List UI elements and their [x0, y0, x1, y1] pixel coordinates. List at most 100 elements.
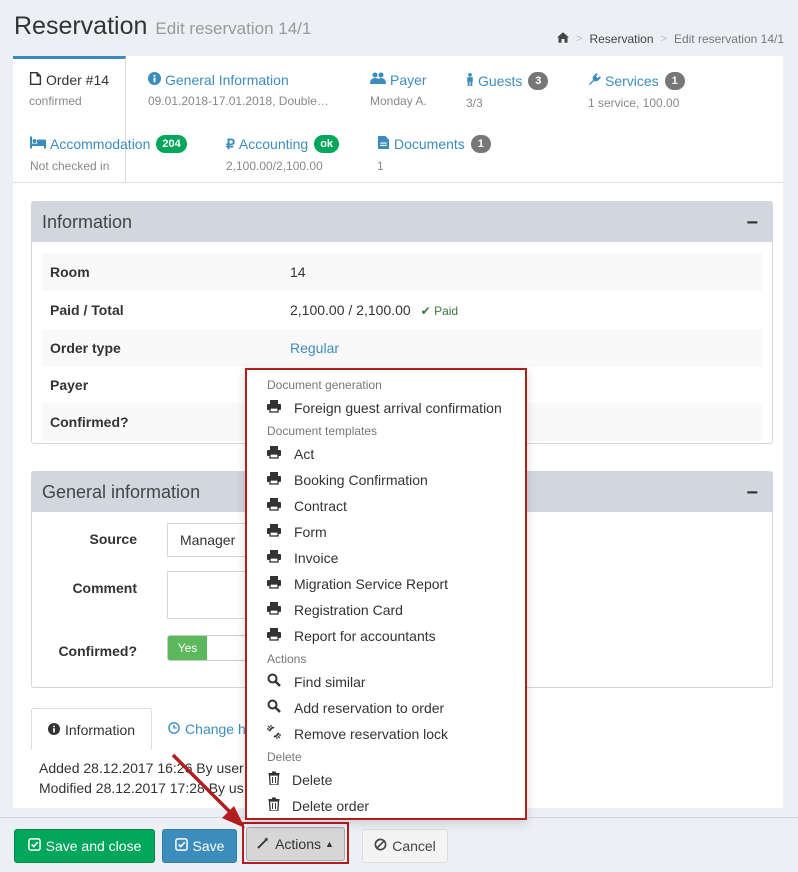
printer-icon: [267, 601, 294, 618]
toggle-on: Yes: [168, 636, 207, 660]
room-value: 14: [290, 264, 306, 280]
tab-payer-title: Payer: [390, 72, 427, 88]
menu-item-invoice[interactable]: Invoice: [267, 549, 338, 566]
search-icon: [267, 673, 294, 690]
comment-textarea[interactable]: [167, 571, 257, 619]
printer-icon: [267, 445, 294, 462]
general-information-box-title: General information: [42, 481, 201, 502]
menu-item-remove-lock[interactable]: Remove reservation lock: [267, 725, 448, 742]
tab-order-sub: confirmed: [29, 94, 82, 108]
tab-information-log[interactable]: Information: [31, 708, 153, 750]
paid-status: ✔ Paid: [421, 304, 458, 318]
collapse-general-information-button[interactable]: −: [746, 482, 758, 505]
accommodation-badge: 204: [156, 135, 187, 153]
history-tabs: Information Change h: [31, 708, 262, 750]
info-icon: [148, 72, 165, 88]
tab-guests[interactable]: Guests 3 3/3: [466, 72, 549, 110]
page-subtitle: Edit reservation 14/1: [155, 19, 312, 38]
source-select-value: Manager: [180, 532, 236, 548]
source-select[interactable]: Manager: [167, 523, 257, 557]
tab-accounting[interactable]: ₽ Accounting ok 2,100.00/2,100.00: [226, 135, 340, 173]
menu-item-find-similar[interactable]: Find similar: [267, 673, 366, 690]
menu-item-label: Find similar: [294, 673, 366, 690]
paid-status-text: Paid: [434, 304, 459, 318]
confirmed-toggle[interactable]: Yes: [167, 635, 247, 661]
save-label: Save: [192, 838, 225, 854]
menu-item-foreign-guest-arrival[interactable]: Foreign guest arrival confirmation: [267, 399, 502, 416]
printer-icon: [267, 627, 294, 644]
breadcrumb-item-reservation[interactable]: Reservation: [589, 32, 653, 46]
accounting-status-badge: ok: [314, 135, 340, 153]
info-row-paid-total: Paid / Total 2,100.00 / 2,100.00 ✔ Paid: [42, 291, 762, 329]
breadcrumb-item-current: Edit reservation 14/1: [673, 32, 784, 46]
info-row-room: Room 14: [42, 253, 762, 291]
tab-accommodation-sub: Not checked in: [30, 159, 110, 173]
tab-general-information-title: General Information: [165, 72, 289, 88]
save-button[interactable]: Save: [162, 829, 237, 863]
menu-item-label: Report for accountants: [294, 627, 436, 644]
confirmed-label: Confirmed?: [50, 414, 129, 430]
menu-item-label: Act: [294, 445, 315, 462]
menu-item-form[interactable]: Form: [267, 523, 327, 540]
menu-item-label: Invoice: [294, 549, 339, 566]
menu-item-delete[interactable]: Delete: [267, 771, 332, 788]
person-icon: [466, 73, 478, 89]
tab-guests-title: Guests: [478, 73, 523, 89]
save-and-close-button[interactable]: Save and close: [14, 829, 155, 863]
guests-count-badge: 3: [528, 72, 549, 90]
paid-total-value-wrap: 2,100.00 / 2,100.00 ✔ Paid: [290, 302, 458, 318]
information-box-header: Information −: [32, 202, 772, 242]
tab-general-information[interactable]: General Information 09.01.2018-17.01.201…: [148, 72, 329, 108]
menu-item-label: Delete: [292, 771, 333, 788]
info-circle-icon: [48, 722, 60, 738]
tab-services-title: Services: [605, 73, 659, 89]
breadcrumb: > Reservation > Edit reservation 14/1: [557, 32, 784, 46]
log-modified: Modified 28.12.2017 17:28 By us: [39, 780, 244, 796]
menu-item-registration-card[interactable]: Registration Card: [267, 601, 403, 618]
page-title: Reservation Edit reservation 14/1: [14, 12, 311, 41]
menu-item-label: Registration Card: [294, 601, 403, 618]
tab-guests-sub: 3/3: [466, 96, 483, 110]
tab-documents[interactable]: Documents 1 1: [377, 135, 491, 173]
menu-item-label: Add reservation to order: [294, 699, 445, 716]
menu-item-add-to-order[interactable]: Add reservation to order: [267, 699, 444, 716]
information-box-title: Information: [42, 211, 133, 232]
menu-item-booking-confirmation[interactable]: Booking Confirmation: [267, 471, 428, 488]
order-type-label: Order type: [50, 340, 121, 356]
tab-services[interactable]: Services 1 1 service, 100.00: [588, 72, 685, 110]
tab-payer[interactable]: Payer Monday A.: [370, 72, 427, 108]
breadcrumb-separator: >: [576, 33, 583, 45]
file-icon: [29, 72, 46, 88]
check-icon: ✔: [420, 304, 431, 318]
payer-label: Payer: [50, 377, 89, 393]
tab-documents-title: Documents: [394, 136, 465, 152]
cancel-button[interactable]: Cancel: [362, 829, 448, 863]
order-type-link[interactable]: Regular: [290, 340, 339, 356]
menu-item-act[interactable]: Act: [267, 445, 314, 462]
document-icon: [377, 136, 394, 152]
confirmed-toggle-label: Confirmed?: [58, 643, 137, 659]
dropdown-header-document-generation: Document generation: [267, 378, 382, 392]
plug-icon: [588, 73, 605, 89]
menu-item-migration-service-report[interactable]: Migration Service Report: [267, 575, 448, 592]
printer-icon: [267, 523, 294, 540]
home-icon[interactable]: [557, 32, 570, 46]
actions-highlight-frame: [242, 822, 349, 864]
tab-accommodation[interactable]: Accommodation 204 Not checked in: [30, 135, 187, 173]
menu-item-contract[interactable]: Contract: [267, 497, 347, 514]
collapse-information-button[interactable]: −: [746, 212, 758, 235]
tab-change-history-label: Change h: [185, 721, 246, 737]
menu-item-label: Form: [294, 523, 327, 540]
info-row-order-type: Order type Regular: [42, 329, 762, 367]
menu-item-delete-order[interactable]: Delete order: [267, 797, 369, 814]
tab-accommodation-title: Accommodation: [50, 136, 151, 152]
dropdown-header-actions: Actions: [267, 652, 307, 666]
menu-item-label: Delete order: [292, 797, 370, 814]
room-label: Room: [50, 264, 90, 280]
check-square-icon: [27, 838, 46, 854]
log-added: Added 28.12.2017 16:26 By user: [39, 760, 244, 776]
menu-item-report-for-accountants[interactable]: Report for accountants: [267, 627, 436, 644]
tab-accounting-title: Accounting: [238, 136, 309, 152]
toggle-off: [207, 636, 246, 660]
paid-total-value: 2,100.00 / 2,100.00: [290, 302, 411, 318]
